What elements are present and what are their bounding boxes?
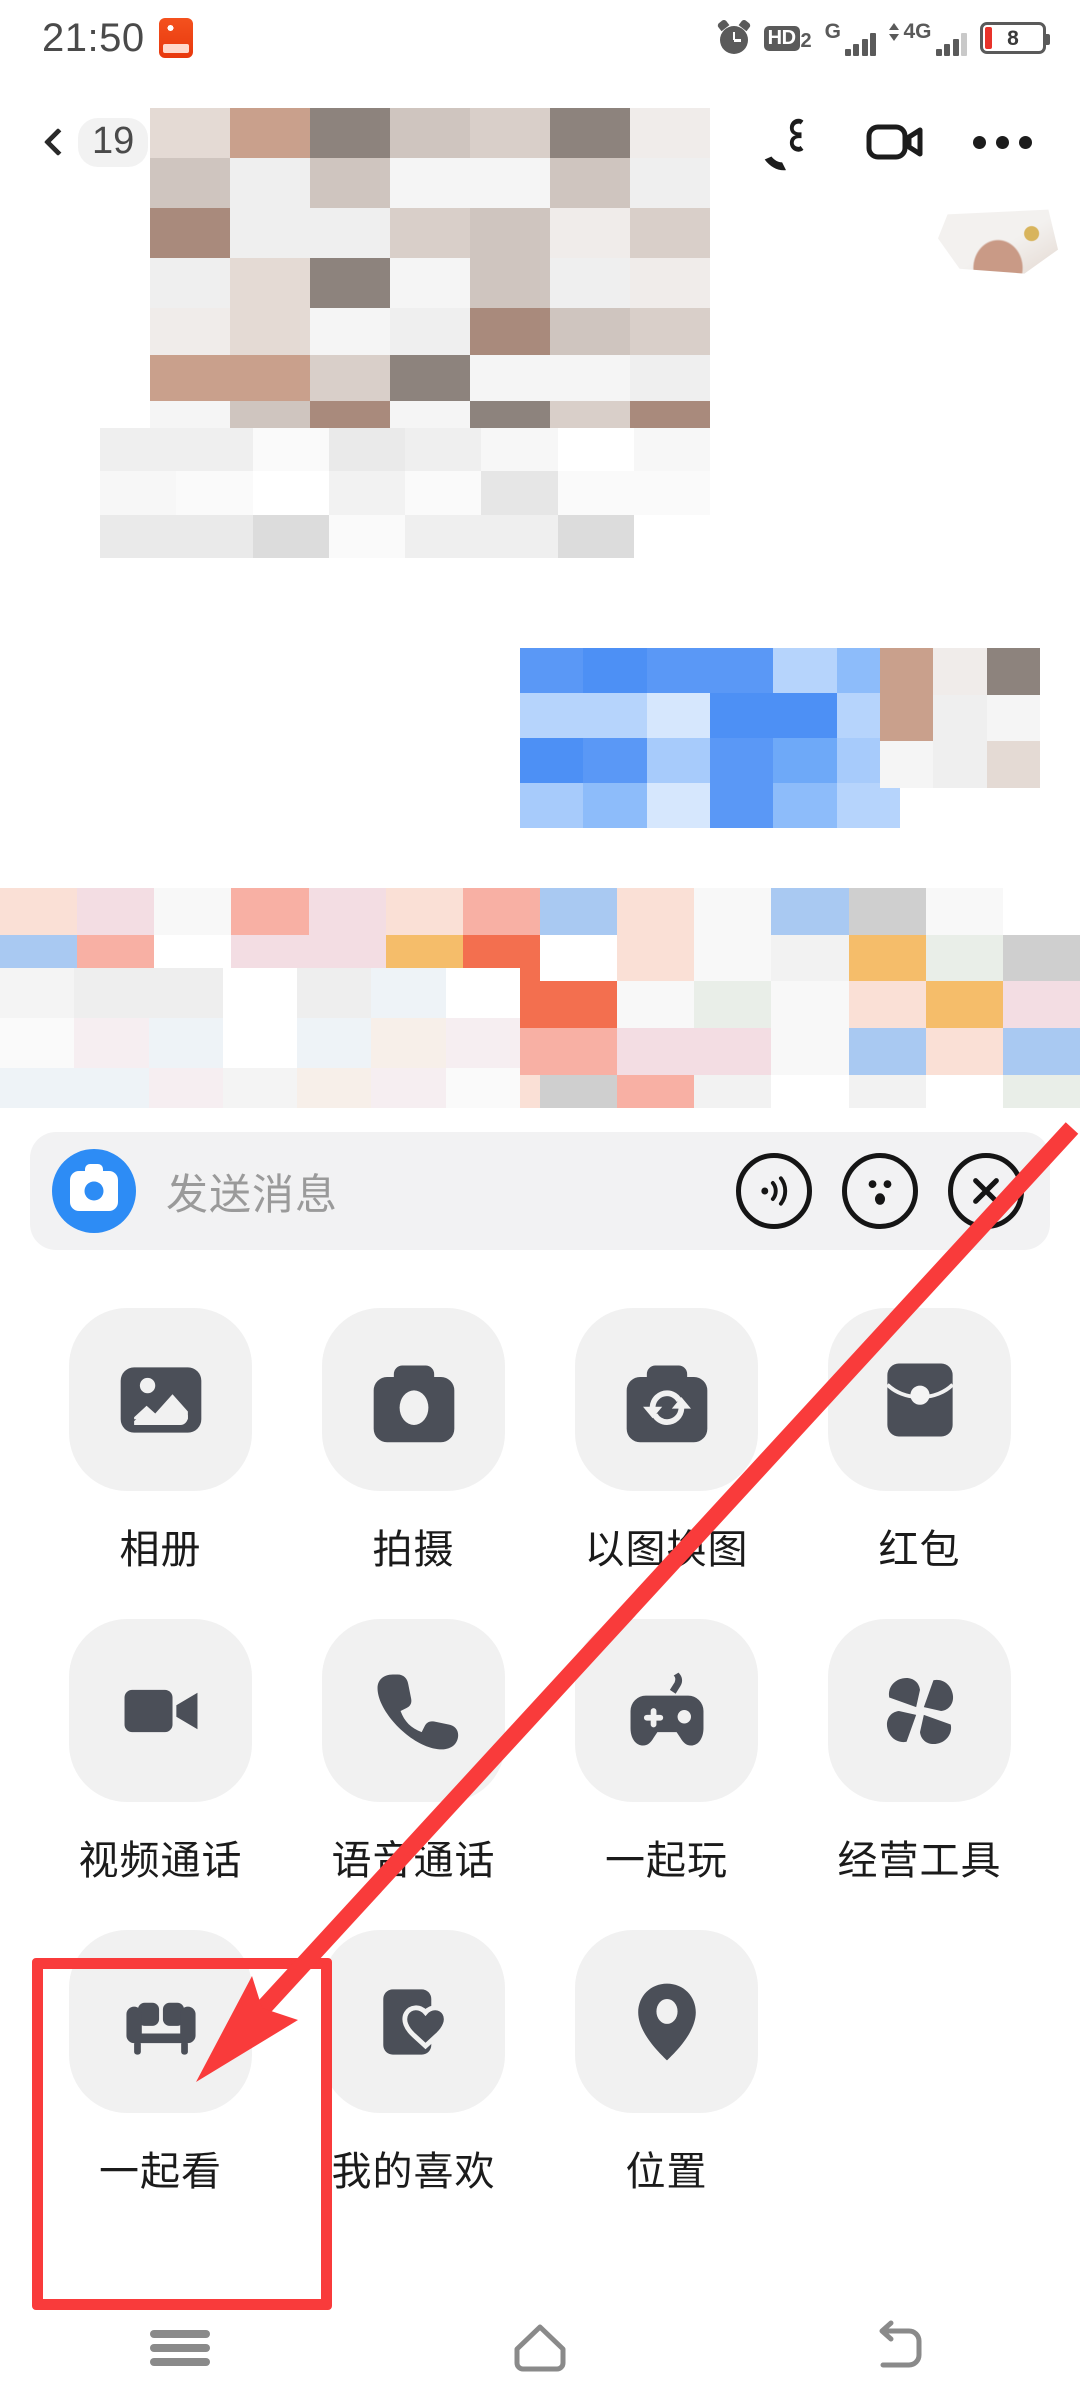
battery-level: 8 (1007, 26, 1019, 50)
message-input-panel: 发送消息 相册 拍摄 以图换图 红包 视频通话 语音通话 一起玩 经营工具 一起… (0, 1108, 1080, 2400)
alarm-clock-icon (716, 18, 752, 55)
status-bar: 21:50 HD 2 G 4G 8 (0, 0, 1080, 76)
camera-shutter-icon[interactable] (52, 1149, 136, 1233)
camera-icon (322, 1308, 505, 1491)
action-label: 一起玩 (605, 1839, 728, 1883)
action-item-watch-together[interactable]: 一起看 (34, 1930, 287, 2197)
hd-label: HD (763, 25, 800, 51)
action-item-empty (793, 1930, 1046, 2197)
image-swap-icon (575, 1308, 758, 1491)
action-item-voice-call[interactable]: 语音通话 (287, 1619, 540, 1886)
system-back-icon[interactable] (840, 2313, 960, 2383)
action-item-capture[interactable]: 拍摄 (287, 1308, 540, 1575)
more-options-icon[interactable] (973, 135, 1032, 149)
mosaic-censored-block (0, 968, 520, 1108)
sofa-icon (69, 1930, 252, 2113)
pinwheel-icon (828, 1619, 1011, 1802)
red-packet-icon (828, 1308, 1011, 1491)
action-item-image-swap[interactable]: 以图换图 (540, 1308, 793, 1575)
gamepad-icon (575, 1619, 758, 1802)
action-label: 相册 (119, 1528, 202, 1572)
back-chevron-icon (43, 127, 73, 157)
mosaic-censored-block (100, 428, 710, 558)
action-item-video-call[interactable]: 视频通话 (34, 1619, 287, 1886)
signal-indicator-1: G (825, 21, 877, 56)
input-bar-icons (736, 1153, 1024, 1229)
action-label: 我的喜欢 (331, 2150, 496, 2194)
action-label: 语音通话 (331, 1839, 496, 1883)
unread-count-badge: 19 (78, 117, 149, 167)
action-label: 视频通话 (78, 1839, 243, 1883)
signal-bars-1 (844, 32, 877, 56)
message-input[interactable]: 发送消息 (136, 1161, 736, 1222)
action-item-business-tools[interactable]: 经营工具 (793, 1619, 1046, 1886)
action-item-red-packet[interactable]: 红包 (793, 1308, 1046, 1575)
home-icon[interactable] (480, 2313, 600, 2383)
action-label: 拍摄 (372, 1528, 455, 1572)
status-clock: 21:50 (42, 15, 145, 60)
action-grid: 相册 拍摄 以图换图 红包 视频通话 语音通话 一起玩 经营工具 一起看 我的喜… (0, 1308, 1080, 2197)
phone-call-icon[interactable] (755, 111, 817, 173)
back-button[interactable]: 19 (0, 117, 149, 167)
action-label: 红包 (878, 1528, 961, 1572)
battery-icon: 8 (980, 22, 1050, 54)
recents-icon[interactable] (120, 2313, 240, 2383)
location-pin-icon (575, 1930, 758, 2113)
hd-voice-icon: HD 2 (763, 25, 812, 52)
notification-app-icon (158, 18, 193, 58)
close-x-icon[interactable] (948, 1153, 1024, 1229)
network-type-1: G (824, 19, 841, 43)
video-call-icon (69, 1619, 252, 1802)
chat-message-list[interactable] (0, 88, 1080, 1108)
mosaic-censored-block (880, 648, 1040, 788)
page-title (148, 88, 755, 196)
chat-header: 19 (0, 88, 1080, 196)
action-label: 位置 (625, 2150, 708, 2194)
action-label: 一起看 (99, 2150, 222, 2194)
header-actions (755, 110, 1080, 174)
action-item-location[interactable]: 位置 (540, 1930, 793, 2197)
voice-call-icon (322, 1619, 505, 1802)
emoji-face-icon[interactable] (842, 1153, 918, 1229)
signal-indicator-2: 4G (889, 21, 967, 56)
action-item-my-favorites[interactable]: 我的喜欢 (287, 1930, 540, 2197)
mosaic-censored-block (150, 308, 710, 448)
hd-sub: 2 (800, 29, 812, 52)
status-bar-right: HD 2 G 4G 8 (716, 18, 1050, 56)
photo-album-icon (69, 1308, 252, 1491)
avatar[interactable] (938, 209, 1058, 274)
signal-bars-2 (935, 32, 967, 56)
action-label: 以图换图 (584, 1528, 749, 1572)
network-type-2: 4G (889, 21, 932, 42)
video-camera-icon[interactable] (863, 110, 927, 174)
favorite-heart-icon (322, 1930, 505, 2113)
system-nav-bar (0, 2296, 1080, 2400)
voice-wave-icon[interactable] (736, 1153, 812, 1229)
message-input-bar[interactable]: 发送消息 (30, 1132, 1050, 1250)
action-label: 经营工具 (837, 1839, 1002, 1883)
action-item-play-together[interactable]: 一起玩 (540, 1619, 793, 1886)
mosaic-censored-block (520, 648, 900, 828)
action-item-album[interactable]: 相册 (34, 1308, 287, 1575)
status-bar-left: 21:50 (42, 16, 193, 61)
